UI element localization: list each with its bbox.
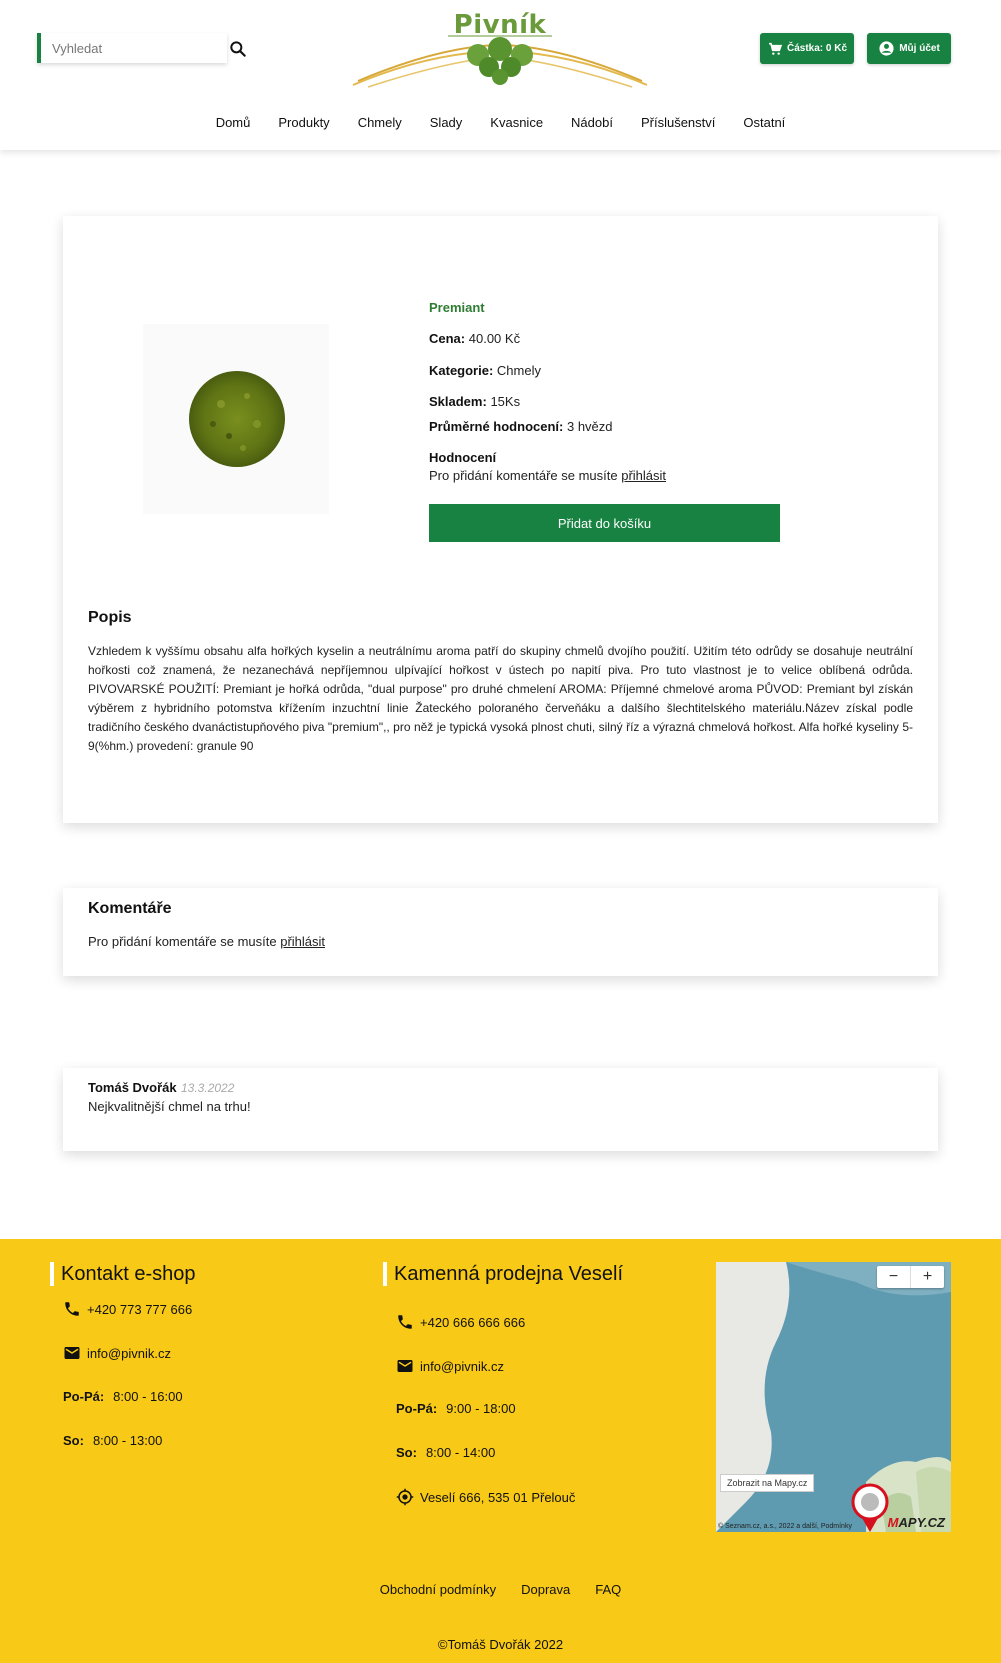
store-phone: +420 666 666 666 [396, 1313, 525, 1331]
price-label: Cena: [429, 331, 466, 346]
comments-login-prompt: Pro přidání komentáře se musíte přihlási… [88, 934, 325, 949]
review-heading-text: Hodnocení [429, 450, 497, 465]
eshop-contact-title: Kontakt e-shop [50, 1262, 196, 1286]
nav-item-vessels[interactable]: Nádobí [557, 115, 627, 130]
eshop-sat-value: 8:00 - 13:00 [92, 1433, 163, 1448]
price-value: 40.00 Kč [468, 331, 521, 346]
nav-item-yeast[interactable]: Kvasnice [476, 115, 557, 130]
email-icon [64, 1347, 80, 1359]
store-sat-value: 8:00 - 14:00 [425, 1445, 496, 1460]
site-header: Pivník Částka: 0 Kč Můj účet Domů Produk… [0, 0, 1001, 150]
account-icon [879, 41, 894, 56]
nav-item-malts[interactable]: Slady [416, 115, 477, 130]
review-author: Tomáš Dvořák [88, 1080, 177, 1095]
add-to-cart-button[interactable]: Přidat do košíku [429, 504, 780, 542]
main-nav: Domů Produkty Chmely Slady Kvasnice Nádo… [0, 115, 1001, 130]
footer-link-shipping[interactable]: Doprava [521, 1582, 570, 1597]
email-icon [397, 1360, 413, 1372]
footer-links: Obchodní podmínky Doprava FAQ [0, 1582, 1001, 1597]
product-rating: Průměrné hodnocení: 3 hvězd [429, 419, 613, 434]
review-card: Tomáš Dvořák 13.3.2022 Nejkvalitnější ch… [63, 1068, 938, 1151]
map-zoom-controls: − + [877, 1266, 944, 1288]
description-title: Popis [88, 609, 132, 626]
mapy-cz-logo: MAPY.CZ [888, 1515, 945, 1530]
footer-link-faq[interactable]: FAQ [595, 1582, 621, 1597]
store-sat-hours: So: 8:00 - 14:00 [396, 1445, 495, 1460]
category-label: Kategorie: [429, 363, 494, 378]
nav-item-other[interactable]: Ostatní [729, 115, 799, 130]
map-zoom-in-button[interactable]: + [911, 1266, 944, 1288]
account-label: Můj účet [899, 43, 940, 54]
login-link[interactable]: přihlásit [621, 468, 666, 483]
account-button[interactable]: Můj účet [867, 33, 951, 64]
stock-label: Skladem: [429, 394, 487, 409]
nav-item-accessories[interactable]: Příslušenství [627, 115, 729, 130]
logo-hops-graphic [352, 35, 648, 88]
eshop-weekday-value: 8:00 - 16:00 [113, 1389, 183, 1404]
store-email-text: info@pivnik.cz [420, 1358, 505, 1374]
eshop-email: info@pivnik.cz [63, 1344, 171, 1362]
description-text: Vzhledem k vyššímu obsahu alfa hořkých k… [88, 644, 913, 753]
product-card: Premiant Cena: 40.00 Kč Kategorie: Chmel… [63, 216, 938, 823]
nav-item-hops[interactable]: Chmely [344, 115, 416, 130]
rating-label: Průměrné hodnocení: [429, 419, 564, 434]
review-text: Nejkvalitnější chmel na trhu! [88, 1099, 251, 1114]
phone-icon [65, 1302, 79, 1316]
store-contact-title: Kamenná prodejna Veselí [383, 1262, 623, 1286]
stock-value: 15Ks [490, 394, 521, 409]
footer-copyright: ©Tomáš Dvořák 2022 [437, 1637, 564, 1652]
review-heading: Hodnocení [429, 450, 496, 465]
mapy-logo-rest: APY.CZ [898, 1515, 945, 1530]
comments-prompt-text: Pro přidání komentáře se musíte [88, 934, 277, 949]
nav-item-products[interactable]: Produkty [264, 115, 343, 130]
product-name: Premiant [429, 300, 485, 315]
comments-title: Komentáře [88, 900, 172, 917]
product-category: Kategorie: Chmely [429, 363, 541, 378]
store-weekday-hours: Po-Pá: 9:00 - 18:00 [396, 1401, 516, 1416]
phone-icon [398, 1315, 412, 1329]
mapy-logo-m: M [887, 1515, 899, 1530]
rating-value: 3 hvězd [566, 419, 613, 434]
map-marker-icon [851, 1483, 889, 1532]
comments-login-link[interactable]: přihlásit [280, 934, 325, 949]
eshop-weekday-hours: Po-Pá: 8:00 - 16:00 [63, 1389, 183, 1404]
search-icon[interactable] [228, 39, 248, 59]
eshop-email-text: info@pivnik.cz [87, 1345, 172, 1361]
product-image [143, 324, 329, 514]
store-address-text: Veselí 666, 535 01 Přelouč [420, 1489, 576, 1505]
eshop-sat-hours: So: 8:00 - 13:00 [63, 1433, 162, 1448]
cart-button[interactable]: Částka: 0 Kč [760, 33, 854, 64]
eshop-sat-label: So: [63, 1433, 84, 1448]
category-value: Chmely [496, 363, 541, 378]
search-box [37, 33, 227, 63]
site-logo[interactable]: Pivník [348, 8, 652, 88]
cart-icon [768, 42, 783, 55]
map-copyright: © Seznam.cz, a.s., 2022 a další, Podmínk… [718, 1523, 852, 1530]
review-login-prompt: Pro přidání komentáře se musíte přihlási… [429, 468, 666, 483]
login-prompt-text: Pro přidání komentáře se musíte [429, 468, 618, 483]
store-sat-label: So: [396, 1445, 417, 1460]
eshop-weekday-label: Po-Pá: [63, 1389, 105, 1404]
nav-item-home[interactable]: Domů [202, 115, 265, 130]
store-email: info@pivnik.cz [396, 1357, 504, 1375]
eshop-phone-text: +420 773 777 666 [87, 1301, 193, 1317]
site-footer: Kontakt e-shop +420 773 777 666 info@piv… [0, 1239, 1001, 1663]
search-input[interactable] [41, 33, 211, 63]
product-price: Cena: 40.00 Kč [429, 331, 520, 346]
map-widget[interactable]: − + Zobrazit na Mapy.cz © Seznam.cz, a.s… [716, 1262, 951, 1532]
review-date: 13.3.2022 [181, 1081, 235, 1095]
cart-label: Částka: 0 Kč [786, 43, 848, 54]
store-address: Veselí 666, 535 01 Přelouč [396, 1488, 575, 1506]
map-zoom-out-button[interactable]: − [877, 1266, 911, 1288]
footer-link-terms[interactable]: Obchodní podmínky [380, 1582, 496, 1597]
comments-card: Komentáře Pro přidání komentáře se musít… [63, 888, 938, 976]
product-stock: Skladem: 15Ks [429, 394, 520, 409]
store-phone-text: +420 666 666 666 [420, 1314, 526, 1330]
store-weekday-value: 9:00 - 18:00 [446, 1401, 516, 1416]
map-show-link[interactable]: Zobrazit na Mapy.cz [720, 1474, 815, 1492]
location-icon [396, 1488, 414, 1506]
store-weekday-label: Po-Pá: [396, 1401, 438, 1416]
eshop-phone: +420 773 777 666 [63, 1300, 192, 1318]
